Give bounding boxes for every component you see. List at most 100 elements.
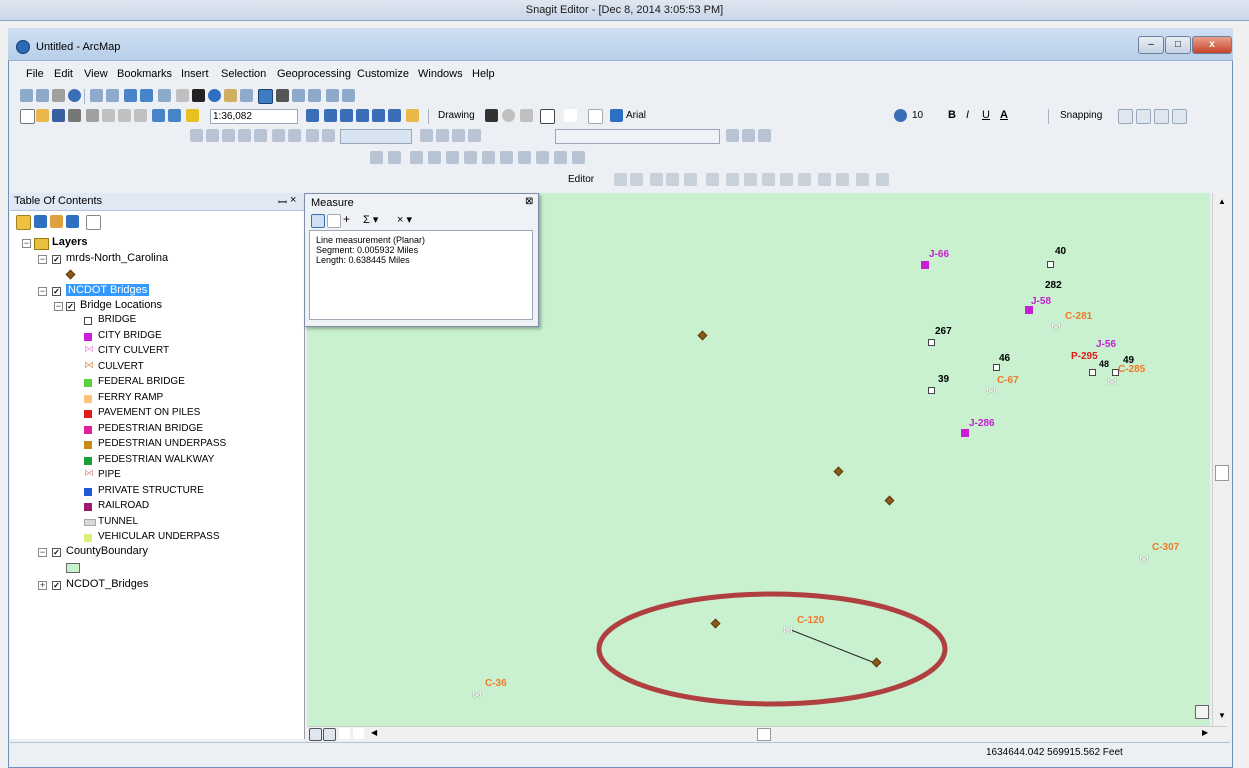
adjust-tool-icon[interactable] — [464, 151, 477, 164]
edit-tool-icon[interactable] — [650, 173, 663, 186]
edit-tool-icon[interactable] — [744, 173, 757, 186]
adjust-tool-icon[interactable] — [370, 151, 383, 164]
georef-tool-icon[interactable] — [322, 129, 335, 142]
snapping-menu[interactable]: Snapping — [1060, 110, 1102, 121]
adjust-tool-icon[interactable] — [410, 151, 423, 164]
toc-pin-icon[interactable]: ꟷ — [278, 195, 287, 210]
menu-insert[interactable]: Insert — [181, 68, 209, 80]
swipe-icon[interactable] — [342, 89, 355, 102]
underline-button[interactable]: U — [982, 109, 990, 121]
select-elements-icon[interactable] — [192, 89, 205, 102]
point-snapping-icon[interactable] — [1118, 109, 1133, 124]
county-collapse-toggle[interactable]: − — [38, 548, 47, 557]
refresh-icon[interactable] — [339, 728, 350, 739]
ncdot-bridges2-expand-toggle[interactable]: + — [38, 581, 47, 590]
layers-label[interactable]: Layers — [52, 236, 87, 248]
rectangle-icon[interactable] — [540, 109, 555, 124]
menu-customize[interactable]: Customize — [357, 68, 409, 80]
adjust-tool-icon[interactable] — [554, 151, 567, 164]
undo-icon[interactable] — [152, 109, 165, 122]
georef-tool-icon[interactable] — [222, 129, 235, 142]
menu-edit[interactable]: Edit — [54, 68, 73, 80]
back-arrow-icon[interactable] — [124, 89, 137, 102]
select-elements-drawing-icon[interactable] — [485, 109, 498, 122]
county-layer-label[interactable]: CountyBoundary — [66, 545, 148, 557]
measure-area-icon[interactable] — [327, 214, 341, 228]
georef-tool-icon[interactable] — [288, 129, 301, 142]
adjust-tool-icon[interactable] — [428, 151, 441, 164]
horizontal-scroll-thumb[interactable] — [757, 728, 771, 741]
layers-collapse-toggle[interactable]: − — [22, 239, 31, 248]
delete-icon[interactable] — [134, 109, 147, 122]
pan-icon[interactable] — [52, 89, 65, 102]
menu-bookmarks[interactable]: Bookmarks — [117, 68, 172, 80]
georef-tool-icon[interactable] — [420, 129, 433, 142]
edit-tool-icon[interactable] — [684, 173, 697, 186]
georef-tool-icon[interactable] — [742, 129, 755, 142]
list-by-visibility-icon[interactable] — [50, 215, 63, 228]
toc-close-icon[interactable]: × — [290, 194, 296, 206]
layout-view-icon[interactable] — [323, 728, 336, 741]
target-layer-combo[interactable] — [555, 129, 720, 144]
search-icon[interactable] — [356, 109, 369, 122]
adjust-tool-icon[interactable] — [482, 151, 495, 164]
edge-snapping-icon[interactable] — [1172, 109, 1187, 124]
rotate-icon[interactable] — [502, 109, 515, 122]
maximize-button[interactable]: □ — [1165, 36, 1191, 54]
scroll-right-icon[interactable]: ▶ — [1202, 728, 1208, 737]
copy-icon[interactable] — [102, 109, 115, 122]
redo-icon[interactable] — [168, 109, 181, 122]
edit-tool-icon[interactable] — [726, 173, 739, 186]
bridge-locations-collapse-toggle[interactable]: − — [54, 302, 63, 311]
add-data-icon[interactable] — [186, 109, 199, 122]
edit-tool-icon[interactable] — [876, 173, 889, 186]
georef-tool-icon[interactable] — [190, 129, 203, 142]
print-icon[interactable] — [68, 109, 81, 122]
select-features-icon[interactable] — [158, 89, 171, 102]
georef-tool-icon[interactable] — [758, 129, 771, 142]
menu-selection[interactable]: Selection — [221, 68, 266, 80]
georef-tool-icon[interactable] — [306, 129, 319, 142]
paste-icon[interactable] — [118, 109, 131, 122]
clear-selection-icon[interactable] — [176, 89, 189, 102]
edit-tool-icon[interactable] — [836, 173, 849, 186]
adjust-tool-icon[interactable] — [500, 151, 513, 164]
font-color-button[interactable]: A — [1000, 109, 1008, 121]
list-by-drawing-order-icon[interactable] — [16, 215, 31, 230]
catalog-icon[interactable] — [340, 109, 353, 122]
html-popup-icon[interactable] — [240, 89, 253, 102]
scroll-up-icon[interactable]: ▲ — [1218, 197, 1226, 206]
mrds-collapse-toggle[interactable]: − — [38, 255, 47, 264]
ncdot-visibility-checkbox[interactable]: ✓ — [52, 287, 61, 296]
arctoolbox-icon[interactable] — [372, 109, 385, 122]
georef-tool-icon[interactable] — [726, 129, 739, 142]
close-button[interactable]: x — [1192, 36, 1232, 54]
ncdot-bridges2-visibility-checkbox[interactable]: ✓ — [52, 581, 61, 590]
identify-icon[interactable] — [208, 89, 221, 102]
ncdot-layer-label[interactable]: NCDOT Bridges — [66, 284, 150, 296]
georef-tool-icon[interactable] — [468, 129, 481, 142]
menu-windows[interactable]: Windows — [418, 68, 463, 80]
edit-tool-icon[interactable] — [614, 173, 627, 186]
list-by-source-icon[interactable] — [34, 215, 47, 228]
editor-toolbar-icon[interactable] — [306, 109, 319, 122]
scroll-down-icon[interactable]: ▼ — [1218, 711, 1226, 720]
table-of-contents-icon[interactable] — [324, 109, 337, 122]
new-text-icon[interactable] — [564, 109, 577, 122]
python-icon[interactable] — [388, 109, 401, 122]
callout-icon[interactable] — [588, 109, 603, 124]
edit-tool-icon[interactable] — [630, 173, 643, 186]
zoom-in-icon[interactable] — [20, 89, 33, 102]
georef-tool-icon[interactable] — [254, 129, 267, 142]
map-scale-combo[interactable]: 1:36,082 — [210, 109, 298, 124]
edit-tool-icon[interactable] — [818, 173, 831, 186]
map-tips-icon[interactable] — [1195, 705, 1209, 719]
georef-tool-icon[interactable] — [272, 129, 285, 142]
adjust-tool-icon[interactable] — [388, 151, 401, 164]
county-visibility-checkbox[interactable]: ✓ — [52, 548, 61, 557]
font-size-combo[interactable]: 10 — [912, 110, 923, 121]
measure-line-icon[interactable] — [311, 214, 325, 228]
time-slider-icon[interactable] — [326, 89, 339, 102]
map-vertical-scrollbar[interactable]: ▲ ▼ — [1212, 193, 1230, 726]
ncdot-collapse-toggle[interactable]: − — [38, 287, 47, 296]
